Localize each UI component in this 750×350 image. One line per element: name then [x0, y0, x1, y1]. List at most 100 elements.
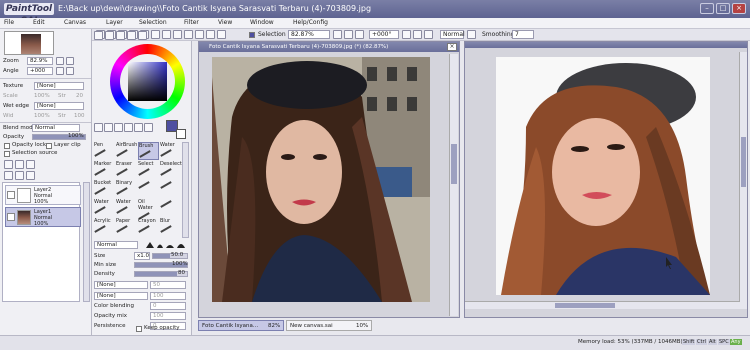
- reset-view-icon[interactable]: [217, 30, 226, 39]
- brush-tool[interactable]: Water: [160, 142, 181, 160]
- hsv-slider-tab-icon[interactable]: [116, 31, 125, 40]
- layer-item[interactable]: Layer1 Normal 100%: [5, 207, 81, 227]
- zoom-plus-icon[interactable]: [344, 30, 353, 39]
- menu-filter[interactable]: Filter: [184, 19, 199, 26]
- brush-texture-select[interactable]: [None]: [94, 292, 148, 300]
- size-multiplier[interactable]: x1.0: [134, 252, 150, 260]
- deselect-icon[interactable]: [173, 30, 182, 39]
- eye-icon[interactable]: [7, 213, 15, 221]
- brush-scrollbar[interactable]: [182, 142, 189, 238]
- rect-select-icon[interactable]: [94, 123, 103, 132]
- menu-layer[interactable]: Layer: [106, 19, 123, 26]
- layer-clip-checkbox[interactable]: [46, 143, 52, 149]
- brush-tool[interactable]: Deselect: [160, 161, 182, 179]
- canvas-vscroll-right[interactable]: [739, 52, 747, 302]
- new-layer-icon[interactable]: [4, 160, 13, 169]
- brush-tool[interactable]: [160, 180, 181, 198]
- layer-item[interactable]: Layer2 Normal 100%: [5, 185, 81, 205]
- photo-canvas[interactable]: [212, 57, 430, 302]
- canvas-vscroll-left[interactable]: [449, 54, 458, 316]
- brush-mode-select[interactable]: Normal: [94, 241, 138, 249]
- close-icon[interactable]: ×: [732, 3, 746, 14]
- selection-checkbox[interactable]: [249, 32, 255, 38]
- zoom-fit-icon[interactable]: [195, 30, 204, 39]
- brush-tool[interactable]: Water: [94, 199, 115, 217]
- blend-field[interactable]: Normal: [440, 30, 465, 39]
- nav-zoom-minus-icon[interactable]: [56, 57, 64, 65]
- painting-canvas[interactable]: [496, 57, 710, 295]
- wet-edge-select[interactable]: [None]: [34, 102, 84, 110]
- smoothing-field[interactable]: 7: [512, 30, 534, 39]
- rotate-reset-icon[interactable]: [424, 30, 433, 39]
- texture-select[interactable]: [None]: [34, 82, 84, 90]
- zoom-minus-icon[interactable]: [333, 30, 342, 39]
- secondary-color-swatch[interactable]: [176, 129, 186, 139]
- menu-window[interactable]: Window: [250, 19, 274, 26]
- tab-photo[interactable]: Foto Cantik Isyana... 82%: [198, 320, 284, 331]
- undo-icon[interactable]: [151, 30, 160, 39]
- brush-tool[interactable]: Paper: [116, 218, 137, 236]
- brush-tool[interactable]: Marker: [94, 161, 115, 179]
- color-wheel[interactable]: [110, 44, 185, 119]
- opacity-mix-value[interactable]: 100: [150, 312, 186, 320]
- brush-shape-select[interactable]: [None]: [94, 281, 148, 289]
- menu-view[interactable]: View: [218, 19, 232, 26]
- new-folder-icon[interactable]: [15, 160, 24, 169]
- rgb-slider-tab-icon[interactable]: [105, 31, 114, 40]
- layer-scrollbar[interactable]: [83, 182, 90, 302]
- eye-icon[interactable]: [7, 191, 15, 199]
- tab-new-canvas[interactable]: New canvas.sai 10%: [286, 320, 372, 331]
- eyedropper-icon[interactable]: [144, 123, 153, 132]
- scratchpad-tab-icon[interactable]: [138, 31, 147, 40]
- brush-tool[interactable]: [160, 199, 181, 217]
- brush-tool[interactable]: Crayon: [138, 218, 159, 236]
- canvas-close-icon[interactable]: ×: [447, 43, 457, 51]
- delete-layer-icon[interactable]: [26, 171, 35, 180]
- brush-tool[interactable]: Pen: [94, 142, 115, 160]
- nav-zoom-field[interactable]: 82.9%: [27, 57, 53, 65]
- color-wheel-tab-icon[interactable]: [94, 31, 103, 40]
- zoom-tool-icon[interactable]: [134, 123, 143, 132]
- brush-tool[interactable]: [138, 180, 159, 198]
- selection-source-checkbox[interactable]: [4, 151, 10, 157]
- nav-zoom-plus-icon[interactable]: [66, 57, 74, 65]
- keep-opacity-checkbox[interactable]: [136, 326, 142, 332]
- canvas-hscroll-thumb[interactable]: [555, 303, 615, 308]
- brush-shape-presets[interactable]: [144, 240, 188, 249]
- brush-tool[interactable]: Eraser: [116, 161, 137, 179]
- brush-tool[interactable]: Oil Water: [138, 199, 159, 220]
- canvas-hscroll-right[interactable]: [465, 301, 747, 309]
- magic-wand-icon[interactable]: [114, 123, 123, 132]
- minimize-icon[interactable]: –: [700, 3, 714, 14]
- swatches-tab-icon[interactable]: [127, 31, 136, 40]
- maximize-icon[interactable]: □: [716, 3, 730, 14]
- zoom-field[interactable]: 82.87%: [288, 30, 330, 39]
- brush-tool[interactable]: Water: [116, 199, 137, 217]
- brush-tool[interactable]: Blur: [160, 218, 181, 236]
- rotate-left-icon[interactable]: [402, 30, 411, 39]
- menu-help[interactable]: Help/Config: [293, 19, 328, 26]
- zoom-reset-icon[interactable]: [355, 30, 364, 39]
- redo-icon[interactable]: [162, 30, 171, 39]
- angle-field[interactable]: +000°: [369, 30, 399, 39]
- move-tool-icon[interactable]: [124, 123, 133, 132]
- rotate-right-icon[interactable]: [413, 30, 422, 39]
- color-blending-value[interactable]: 0: [150, 302, 186, 310]
- brush-shape-value[interactable]: 50: [150, 281, 186, 289]
- brush-tool[interactable]: Binary: [116, 180, 137, 198]
- brush-tool[interactable]: Select: [138, 161, 159, 179]
- invert-selection-icon[interactable]: [184, 30, 193, 39]
- menu-canvas[interactable]: Canvas: [64, 19, 86, 26]
- nav-rotate-left-icon[interactable]: [56, 67, 64, 75]
- nav-rotate-right-icon[interactable]: [66, 67, 74, 75]
- flip-horizontal-icon[interactable]: [467, 30, 476, 39]
- brush-tool[interactable]: AirBrush: [116, 142, 137, 160]
- menu-edit[interactable]: Edit: [33, 19, 45, 26]
- canvas-vscroll-right-thumb[interactable]: [741, 137, 746, 187]
- merge-down-icon[interactable]: [4, 171, 13, 180]
- nav-angle-field[interactable]: +000: [27, 67, 53, 75]
- blend-mode-select[interactable]: Normal: [32, 124, 80, 132]
- lasso-icon[interactable]: [104, 123, 113, 132]
- brush-tool[interactable]: Acrylic: [94, 218, 115, 236]
- menu-file[interactable]: File: [4, 19, 14, 26]
